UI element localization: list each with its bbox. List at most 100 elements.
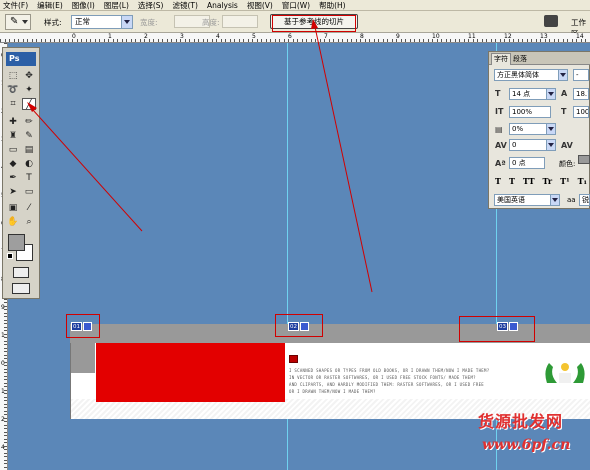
ruler-tick — [68, 39, 69, 42]
ruler-tick — [419, 39, 420, 42]
ruler-tick — [4, 344, 7, 345]
foreground-color-swatch[interactable] — [8, 234, 25, 251]
clone-stamp-icon[interactable]: ♜ — [6, 130, 20, 142]
ruler-tick — [18, 39, 19, 42]
menu-file[interactable]: 文件(F) — [3, 0, 28, 11]
screen-mode-button[interactable] — [12, 283, 30, 294]
path-select-icon[interactable]: ➤ — [6, 186, 20, 198]
menu-view[interactable]: 视图(V) — [247, 0, 273, 11]
tracking-field[interactable]: 0 — [509, 139, 556, 151]
ruler-tick — [338, 39, 339, 42]
healing-brush-icon[interactable]: ✚ — [6, 116, 20, 128]
horizontal-ruler[interactable]: 0 1 2 3 4 5 6 7 8 9 10 11 12 13 14 — [0, 33, 590, 43]
annotation-box — [66, 314, 100, 338]
shape-tool-icon[interactable]: ▭ — [22, 186, 36, 198]
blur-tool-icon[interactable]: ◆ — [6, 158, 20, 170]
all-caps-icon[interactable]: TT — [523, 176, 535, 186]
brush-tool-icon[interactable]: ✏ — [22, 116, 36, 128]
leading-field[interactable]: 18.1 — [573, 88, 589, 100]
subscript-icon[interactable]: T₁ — [578, 176, 587, 186]
faux-italic-icon[interactable]: T — [509, 176, 515, 186]
horizontal-scale-field[interactable]: 100% — [573, 106, 589, 118]
quick-mask-button[interactable] — [13, 267, 29, 278]
menu-window[interactable]: 窗口(W) — [282, 0, 310, 11]
small-caps-icon[interactable]: Tr — [543, 176, 553, 186]
ruler-tick — [360, 39, 361, 42]
font-size-field[interactable]: 14 点 — [509, 88, 556, 100]
hand-tool-icon[interactable]: ✋ — [6, 216, 20, 228]
ruler-tick — [4, 323, 7, 324]
ruler-tick — [4, 341, 7, 342]
dodge-tool-icon[interactable]: ◐ — [22, 158, 36, 170]
ruler-tick — [392, 39, 393, 42]
pen-tool-icon[interactable]: ✒ — [6, 172, 20, 184]
panel-tabs: 字符 段落 — [489, 52, 590, 65]
slice-tool-icon[interactable]: ╱ — [22, 98, 36, 110]
ruler-tick — [284, 39, 285, 42]
ruler-tick — [23, 39, 24, 42]
zoom-tool-icon[interactable]: ⌕ — [22, 216, 36, 228]
language-select[interactable]: 美国英语 — [494, 194, 560, 206]
menu-help[interactable]: 帮助(H) — [319, 0, 346, 11]
text-color-swatch[interactable] — [578, 155, 590, 164]
tool-preset-picker[interactable]: ✎ — [5, 14, 31, 30]
ruler-tick — [387, 39, 388, 42]
notes-tool-icon[interactable]: ▣ — [6, 202, 20, 214]
ruler-tick — [4, 299, 7, 300]
ruler-tick — [225, 39, 226, 42]
eyedropper-icon[interactable]: ⁄ — [22, 202, 36, 214]
tab-character[interactable]: 字符 — [491, 53, 511, 65]
gradient-tool-icon[interactable]: ▤ — [22, 144, 36, 156]
tracking-pct-field[interactable]: 0% — [509, 123, 556, 135]
ruler-tick — [315, 39, 316, 42]
menu-image[interactable]: 图像(I) — [72, 0, 95, 11]
superscript-icon[interactable]: T¹ — [560, 176, 569, 186]
ruler-tick — [356, 39, 357, 42]
gray-block — [71, 343, 95, 373]
ruler-tick — [4, 320, 7, 321]
magic-wand-icon[interactable]: ✦ — [22, 84, 36, 96]
marquee-tool-icon[interactable]: ⬚ — [6, 70, 20, 82]
menu-filter[interactable]: 滤镜(T) — [173, 0, 198, 11]
ruler-tick — [4, 306, 7, 307]
menu-select[interactable]: 选择(S) — [138, 0, 164, 11]
ruler-tick — [288, 39, 289, 42]
menu-analysis[interactable]: Analysis — [207, 0, 238, 11]
faux-bold-icon[interactable]: T — [495, 176, 501, 186]
crop-tool-icon[interactable]: ⌗ — [6, 98, 20, 110]
ps-logo: Ps — [6, 52, 36, 66]
ruler-tick — [4, 442, 7, 443]
eraser-tool-icon[interactable]: ▭ — [6, 144, 20, 156]
gift-icon — [289, 355, 298, 363]
ruler-tick — [527, 39, 528, 42]
move-tool-icon[interactable]: ✥ — [22, 70, 36, 82]
ruler-tick — [293, 39, 294, 42]
lasso-tool-icon[interactable]: ➰ — [6, 84, 20, 96]
ruler-tick — [36, 39, 37, 42]
ruler-tick — [4, 351, 7, 352]
default-colors-icon[interactable] — [7, 253, 13, 259]
anti-alias-select[interactable]: 锐 — [579, 194, 590, 206]
history-brush-icon[interactable]: ✎ — [22, 130, 36, 142]
ruler-tick — [54, 39, 55, 42]
character-panel: 字符 段落 方正黑体简体 - T 14 点 A 18.1 IT 100% T 1… — [488, 51, 590, 209]
ruler-tick — [482, 39, 483, 42]
kerning-icon: AV — [561, 141, 573, 150]
ruler-tick — [563, 39, 564, 42]
ruler-tick — [320, 39, 321, 42]
font-family-select[interactable]: 方正黑体简体 — [494, 69, 568, 81]
font-style-select[interactable]: - — [573, 69, 589, 81]
ruler-tick — [257, 39, 258, 42]
ruler-tick — [4, 446, 7, 447]
menu-edit[interactable]: 编辑(E) — [37, 0, 63, 11]
tab-paragraph[interactable]: 段落 — [511, 54, 529, 64]
baseline-shift-field[interactable]: 0 点 — [509, 157, 545, 169]
vertical-scale-field[interactable]: 100% — [509, 106, 551, 118]
menu-layer[interactable]: 图层(L) — [104, 0, 129, 11]
ruler-tick — [113, 39, 114, 42]
ruler-tick — [428, 39, 429, 42]
red-banner — [96, 343, 285, 402]
palette-well-icon[interactable] — [544, 15, 558, 27]
style-select[interactable]: 正常 — [71, 15, 133, 29]
type-tool-icon[interactable]: T — [22, 172, 36, 184]
